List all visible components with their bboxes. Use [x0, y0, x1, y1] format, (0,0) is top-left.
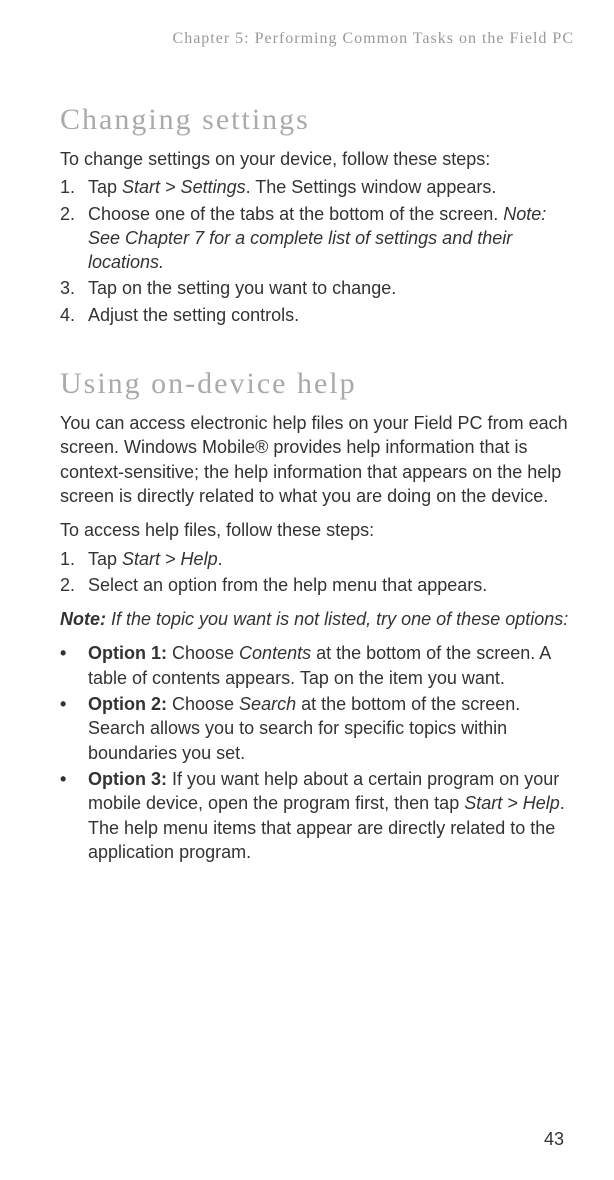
- section1-intro: To change settings on your device, follo…: [60, 147, 574, 171]
- section2-steps: Tap Start > Help. Select an option from …: [60, 547, 574, 598]
- step-text: . The Settings window appears.: [246, 177, 497, 197]
- step-item: Tap on the setting you want to change.: [60, 276, 574, 300]
- option-label: Option 1:: [88, 643, 167, 663]
- step-item: Tap Start > Settings. The Settings windo…: [60, 175, 574, 199]
- section-heading-changing-settings: Changing settings: [60, 103, 574, 137]
- section-heading-using-help: Using on-device help: [60, 367, 574, 401]
- section2-intro: To access help files, follow these steps…: [60, 518, 574, 542]
- step-text: Tap: [88, 549, 122, 569]
- step-text: Adjust the setting controls.: [88, 305, 299, 325]
- option-label: Option 2:: [88, 694, 167, 714]
- list-item: Option 1: Choose Contents at the bottom …: [60, 641, 574, 690]
- option-label: Option 3:: [88, 769, 167, 789]
- note-body: If the topic you want is not listed, try…: [106, 609, 568, 629]
- option-italic: Contents: [239, 643, 311, 663]
- step-italic: Start > Help: [122, 549, 218, 569]
- step-item: Choose one of the tabs at the bottom of …: [60, 202, 574, 275]
- note-label: Note:: [60, 609, 106, 629]
- step-text: Choose one of the tabs at the bottom of …: [88, 204, 503, 224]
- list-item: Option 2: Choose Search at the bottom of…: [60, 692, 574, 765]
- section2-paragraph: You can access electronic help files on …: [60, 411, 574, 508]
- section1-steps: Tap Start > Settings. The Settings windo…: [60, 175, 574, 327]
- step-item: Tap Start > Help.: [60, 547, 574, 571]
- step-text: Select an option from the help menu that…: [88, 575, 487, 595]
- step-text: Tap on the setting you want to change.: [88, 278, 396, 298]
- step-italic: Start > Settings: [122, 177, 246, 197]
- option-text: Choose: [167, 643, 239, 663]
- option-text: Choose: [167, 694, 239, 714]
- list-item: Option 3: If you want help about a certa…: [60, 767, 574, 864]
- option-italic: Start > Help: [464, 793, 560, 813]
- note-paragraph: Note: If the topic you want is not liste…: [60, 607, 574, 631]
- options-list: Option 1: Choose Contents at the bottom …: [60, 641, 574, 864]
- option-italic: Search: [239, 694, 296, 714]
- chapter-header: Chapter 5: Performing Common Tasks on th…: [60, 30, 574, 48]
- step-text: .: [218, 549, 223, 569]
- page-number: 43: [544, 1129, 564, 1150]
- step-text: Tap: [88, 177, 122, 197]
- step-item: Adjust the setting controls.: [60, 303, 574, 327]
- step-item: Select an option from the help menu that…: [60, 573, 574, 597]
